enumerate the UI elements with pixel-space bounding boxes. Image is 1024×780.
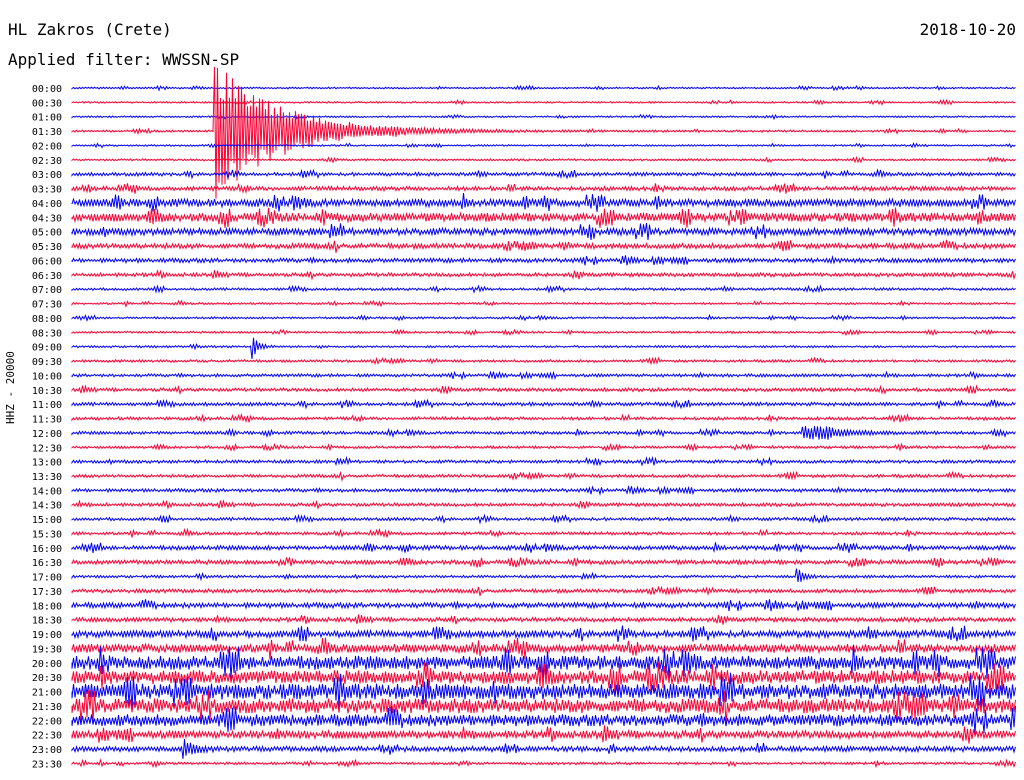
trace-line: [71, 384, 1016, 396]
trace-line: [71, 155, 1016, 164]
trace-line: [71, 442, 1016, 453]
row-label: 13:30: [32, 472, 62, 483]
row-label: 18:30: [32, 616, 62, 627]
row-label: 14:30: [32, 501, 62, 512]
row-label: 23:30: [32, 759, 62, 770]
row-label: 04:00: [32, 199, 62, 210]
row-label: 09:30: [32, 357, 62, 368]
trace-line: [71, 556, 1016, 568]
trace-line: [71, 398, 1016, 410]
row-label: 09:00: [32, 343, 62, 354]
trace-line: [71, 758, 1016, 769]
row-label: 11:30: [32, 415, 62, 426]
row-label: 03:00: [32, 170, 62, 181]
row-label: 14:00: [32, 486, 62, 497]
row-label: 03:30: [32, 185, 62, 196]
row-label: 00:30: [32, 98, 62, 109]
trace-line: [71, 625, 1016, 643]
trace-line: [71, 585, 1016, 597]
trace-line: [71, 513, 1016, 525]
trace-line: [71, 337, 1016, 360]
trace-line: [71, 328, 1016, 337]
trace-line: [71, 269, 1016, 281]
row-label: 11:00: [32, 400, 62, 411]
row-label: 08:00: [32, 314, 62, 325]
trace-line: [71, 499, 1016, 510]
trace-line: [71, 370, 1016, 381]
trace-line: [71, 568, 1016, 582]
row-label: 02:30: [32, 156, 62, 167]
row-labels: 00:00 00:30 01:00 01:30 02:00 02:30 03:00 03:30…: [32, 84, 62, 770]
row-label: 22:00: [32, 716, 62, 727]
trace-line: [71, 66, 1016, 199]
trace-line: [71, 193, 1016, 212]
row-label: 04:30: [32, 213, 62, 224]
trace-line: [71, 356, 1016, 366]
trace-line: [71, 239, 1016, 253]
row-label: 22:30: [32, 731, 62, 742]
row-label: 10:30: [32, 386, 62, 397]
row-label: 06:30: [32, 271, 62, 282]
trace-line: [71, 484, 1016, 496]
trace-line: [71, 412, 1016, 424]
row-label: 21:30: [32, 702, 62, 713]
trace-line: [71, 637, 1016, 660]
trace-line: [71, 599, 1016, 612]
trace-line: [71, 207, 1016, 228]
row-label: 17:30: [32, 587, 62, 598]
row-label: 19:30: [32, 644, 62, 655]
trace-line: [71, 255, 1016, 266]
trace-line: [71, 223, 1016, 241]
row-label: 02:00: [32, 141, 62, 152]
row-label: 01:30: [32, 127, 62, 138]
row-label: 05:00: [32, 228, 62, 239]
row-label: 15:30: [32, 529, 62, 540]
row-label: 16:30: [32, 558, 62, 569]
trace-line: [71, 284, 1016, 294]
trace-line: [71, 470, 1016, 482]
trace-line: [71, 705, 1016, 734]
trace-line: [71, 168, 1016, 180]
row-label: 12:00: [32, 429, 62, 440]
trace-line: [71, 426, 1016, 440]
row-label: 23:00: [32, 745, 62, 756]
trace-line: [71, 142, 1016, 149]
row-label: 01:00: [32, 113, 62, 124]
row-label: 20:30: [32, 673, 62, 684]
trace-line: [71, 614, 1016, 625]
row-label: 20:00: [32, 659, 62, 670]
trace-line: [71, 313, 1016, 322]
row-label: 17:00: [32, 573, 62, 584]
trace-line: [71, 542, 1016, 554]
trace-line: [71, 725, 1016, 744]
row-label: 00:00: [32, 84, 62, 95]
trace-line: [71, 299, 1016, 308]
row-label: 15:00: [32, 515, 62, 526]
trace-line: [71, 739, 1016, 759]
row-label: 12:30: [32, 443, 62, 454]
row-label: 08:30: [32, 328, 62, 339]
trace-line: [71, 182, 1016, 195]
trace-line: [71, 527, 1016, 538]
row-label: 16:00: [32, 544, 62, 555]
row-label: 07:00: [32, 285, 62, 296]
traces: [71, 66, 1016, 769]
helicorder-plot: 00:00 00:30 01:00 01:30 02:00 02:30 03:00 03:30…: [32, 66, 1016, 770]
trace-line: [71, 455, 1016, 467]
row-label: 18:00: [32, 601, 62, 612]
row-label: 05:30: [32, 242, 62, 253]
row-label: 13:00: [32, 458, 62, 469]
row-label: 06:00: [32, 256, 62, 267]
row-label: 10:00: [32, 371, 62, 382]
row-label: 19:00: [32, 630, 62, 641]
row-label: 21:00: [32, 688, 62, 699]
row-label: 07:30: [32, 300, 62, 311]
